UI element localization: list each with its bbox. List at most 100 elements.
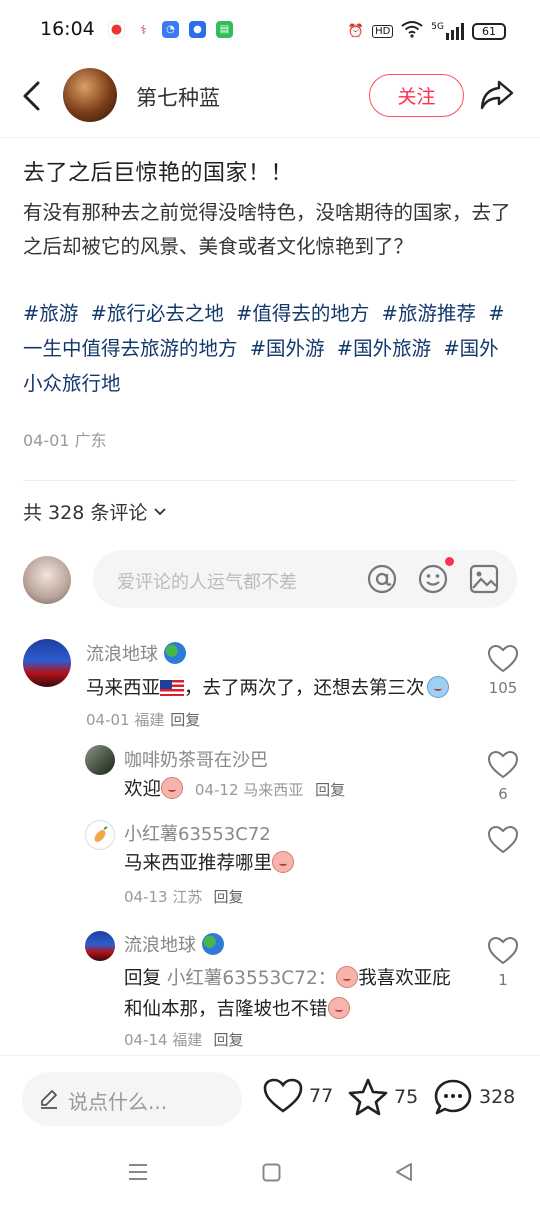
status-bar: 16:04 ● ⚕ ◔ ● ▤ ⏰ HD 5G 61 [0,0,540,62]
divider [23,480,517,481]
browser-app-icon: ◔ [162,21,179,38]
like-count: 105 [488,679,518,697]
commenter-name-text: 流浪地球 [86,644,158,665]
globe-emoji-icon [163,642,186,664]
network-type: 5G [431,22,444,32]
post-date-location: 04-01 广东 [23,431,107,450]
pencil-icon [41,1090,57,1109]
comment-text[interactable]: 马来西亚 ，去了两次了，还想去第三次 04-01 福建 回复 [86,673,466,736]
sweat-emoji-icon [426,676,449,698]
star-icon [348,1078,388,1116]
emoji-icon[interactable] [417,563,449,595]
back-nav-icon[interactable] [395,1162,413,1182]
menu-icon[interactable] [128,1163,148,1181]
globe-emoji-icon [201,933,224,955]
commenter-name[interactable]: 咖啡奶茶哥在沙巴 [124,746,268,772]
tag-link[interactable]: #旅游 [23,302,78,325]
tag-link[interactable]: #国外游 [250,337,325,360]
back-button[interactable] [18,78,48,114]
commenter-avatar[interactable] [23,639,71,687]
comment-text[interactable]: 欢迎 04-12 马来西亚 回复 [124,774,464,806]
commenter-avatar[interactable] [85,745,115,775]
post-title: 去了之后巨惊艳的国家！！ [23,161,294,186]
map-app-icon: ● [108,21,125,38]
comment-sort-toggle[interactable]: 共 328 条评论 [23,498,167,525]
comment-text-part: 马来西亚推荐哪里 [124,853,273,874]
comment-text-part: ，去了两次了，还想去第三次 [184,678,425,699]
heart-icon [263,1078,303,1113]
comment-input[interactable]: 爱评论的人运气都不差 [93,550,517,608]
comment-text-part: 欢迎 [124,779,162,800]
like-icon[interactable] [488,645,518,673]
post-header: 第七种蓝 关注 [0,62,540,138]
mention-icon[interactable] [366,563,398,595]
hd-icon: HD [372,24,394,38]
reply-button[interactable]: 回复 [213,1031,243,1049]
like-count: 1 [498,971,508,989]
signal-icon: 5G [431,22,464,40]
comment-meta-row: 04-13 江苏 回复 [124,886,243,907]
messages-app-icon: ▤ [216,21,233,38]
comment-bubble-icon [434,1079,472,1115]
comment-meta: 04-13 江苏 [124,888,203,906]
collect-button[interactable]: 75 [348,1078,418,1116]
alarm-icon: ⏰ [347,23,365,39]
commenter-name-text: 流浪地球 [124,935,196,956]
tag-link[interactable]: #旅游推荐 [382,302,476,325]
my-avatar [23,556,71,604]
comment-button[interactable]: 328 [433,1078,515,1116]
peach-emoji-icon [336,966,359,988]
commenter-avatar[interactable] [85,931,115,961]
like-icon[interactable] [488,751,518,779]
comment-text[interactable]: 马来西亚推荐哪里 [124,848,464,879]
author-name[interactable]: 第七种蓝 [136,82,220,112]
commenter-name[interactable]: 小红薯63553C72 [124,820,271,846]
peach-emoji-icon [327,997,350,1019]
peach-emoji-icon [272,851,295,873]
comment-meta: 04-01 福建 [86,711,165,729]
wifi-icon [401,20,423,42]
like-icon[interactable] [488,826,518,854]
reply-to-user[interactable]: 小红薯63553C72： [167,968,336,989]
share-icon [480,80,514,110]
tag-link[interactable]: #国外旅游 [337,337,431,360]
battery-level: 61 [482,24,496,38]
system-nav-bar [0,1141,540,1206]
like-icon[interactable] [488,937,518,965]
like-count: 6 [498,785,508,803]
status-time: 16:04 [40,18,95,40]
image-icon[interactable] [468,563,500,595]
post-body: 有没有那种去之前觉得没啥特色，没啥期待的国家，去了之后却被它的风景、美食或者文化… [23,201,511,258]
status-app-icons: ● ⚕ ◔ ● ▤ [108,21,233,38]
comment-text[interactable]: 回复 小红薯63553C72： 我喜欢亚庇和仙本那，吉隆坡也不错 [124,963,469,1025]
location-app-icon: ● [189,21,206,38]
bottom-action-bar: 说点什么... 77 75 328 [0,1055,540,1141]
comment-text-part: 马来西亚 [86,678,161,699]
commenter-avatar[interactable] [85,820,115,850]
sweet-potato-icon [94,826,108,842]
battery-icon: 61 [472,22,506,40]
reply-button[interactable]: 回复 [170,711,200,729]
chevron-left-icon [23,81,40,111]
follow-button[interactable]: 关注 [369,74,464,117]
home-icon[interactable] [262,1163,281,1182]
author-avatar[interactable] [63,68,117,122]
reply-button[interactable]: 回复 [315,781,345,799]
say-placeholder: 说点什么... [68,1090,168,1114]
reply-button[interactable]: 回复 [213,888,243,906]
chevron-down-icon [154,507,166,515]
comment-meta-row: 04-14 福建 回复 [124,1029,243,1050]
bank-app-icon: ⚕ [135,21,152,38]
commenter-name[interactable]: 流浪地球 [124,931,224,957]
comment-total: 328 [479,1086,516,1108]
peach-emoji-icon [161,777,184,799]
comment-meta: 04-12 马来西亚 [194,781,304,799]
like-post-button[interactable]: 77 [263,1078,333,1114]
say-something-input[interactable]: 说点什么... [22,1072,242,1126]
share-button[interactable] [479,78,515,112]
commenter-name[interactable]: 流浪地球 [86,640,186,666]
tag-link[interactable]: #值得去的地方 [236,302,369,325]
collect-total: 75 [394,1086,419,1108]
tag-link[interactable]: #旅行必去之地 [91,302,224,325]
malaysia-flag-icon [160,680,185,696]
